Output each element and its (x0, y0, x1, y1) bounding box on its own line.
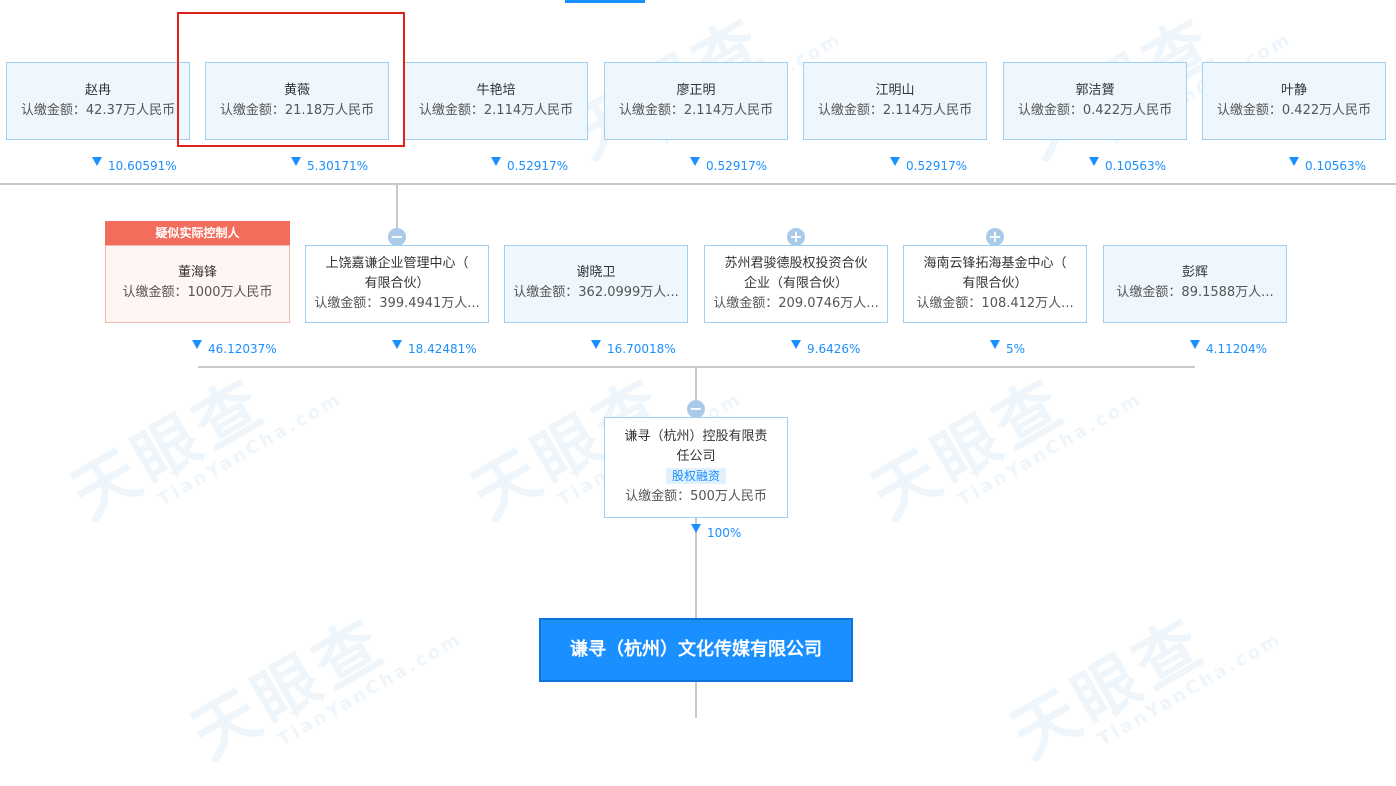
share-percent: 0.52917% (706, 159, 768, 173)
company-name-line[interactable]: 谦寻（杭州）控股有限责 (605, 427, 787, 447)
arrow-down-icon (990, 340, 1000, 349)
shareholder-node[interactable]: 郭洁贇 认缴金额：0.422万人民币 (1003, 62, 1187, 140)
shareholder-node[interactable]: 彭辉 认缴金额：89.1588万人... (1103, 245, 1287, 323)
company-name-line[interactable]: 任公司 (605, 447, 787, 467)
shareholder-node[interactable]: 董海锋 认缴金额：1000万人民币 (105, 245, 290, 323)
arrow-down-icon (392, 340, 402, 349)
shareholder-node[interactable]: 黄薇 认缴金额：21.18万人民币 (205, 62, 389, 140)
holding-company-node[interactable]: 谦寻（杭州）控股有限责 任公司 股权融资 认缴金额：500万人民币 (604, 417, 788, 518)
shareholder-name[interactable]: 黄薇 (206, 81, 388, 101)
shareholder-node[interactable]: 叶静 认缴金额：0.422万人民币 (1202, 62, 1386, 140)
shareholder-name[interactable]: 叶静 (1203, 81, 1385, 101)
subscribed-amount: 认缴金额：399.4941万人... (314, 296, 480, 311)
shareholder-name[interactable]: 廖正明 (605, 81, 787, 101)
shareholder-name[interactable]: 董海锋 (106, 263, 289, 283)
collapse-toggle-icon[interactable]: − (687, 400, 705, 418)
subscribed-amount: 认缴金额：2.114万人民币 (418, 103, 574, 118)
share-percent: 5% (1006, 342, 1026, 356)
equity-financing-tag[interactable]: 股权融资 (665, 468, 726, 484)
expand-toggle-icon[interactable]: + (787, 228, 805, 246)
equity-tree: 赵冉 认缴金额：42.37万人民币 黄薇 认缴金额：21.18万人民币 牛艳培 … (0, 0, 1396, 718)
shareholder-node[interactable]: 海南云锋拓海基金中心（ 有限合伙） 认缴金额：108.412万人... (903, 245, 1087, 323)
subscribed-amount: 认缴金额：2.114万人民币 (618, 103, 774, 118)
subscribed-amount: 认缴金额：500万人民币 (625, 489, 767, 504)
subscribed-amount: 认缴金额：89.1588万人... (1116, 285, 1274, 300)
connector-line (695, 518, 697, 618)
collapse-toggle-icon[interactable]: − (388, 228, 406, 246)
shareholder-name[interactable]: 彭辉 (1104, 263, 1286, 283)
shareholder-name-line[interactable]: 海南云锋拓海基金中心（ (904, 254, 1086, 274)
shareholder-node[interactable]: 牛艳培 认缴金额：2.114万人民币 (404, 62, 588, 140)
share-percent: 0.10563% (1105, 159, 1167, 173)
shareholder-node[interactable]: 江明山 认缴金额：2.114万人民币 (803, 62, 987, 140)
arrow-down-icon (1190, 340, 1200, 349)
shareholder-node[interactable]: 廖正明 认缴金额：2.114万人民币 (604, 62, 788, 140)
share-percent: 10.60591% (108, 159, 177, 173)
share-percent: 16.70018% (607, 342, 676, 356)
subscribed-amount: 认缴金额：108.412万人... (916, 296, 1074, 311)
share-percent: 18.42481% (408, 342, 477, 356)
share-percent: 100% (707, 526, 742, 540)
shareholder-name[interactable]: 牛艳培 (405, 81, 587, 101)
arrow-down-icon (890, 157, 900, 166)
shareholder-name-line[interactable]: 企业（有限合伙） (705, 274, 887, 294)
subscribed-amount: 认缴金额：2.114万人民币 (817, 103, 973, 118)
share-percent: 4.11204% (1206, 342, 1268, 356)
shareholder-node[interactable]: 谢晓卫 认缴金额：362.0999万人... (504, 245, 688, 323)
arrow-down-icon (491, 157, 501, 166)
share-percent: 0.52917% (906, 159, 968, 173)
subscribed-amount: 认缴金额：1000万人民币 (122, 285, 273, 300)
arrow-down-icon (690, 157, 700, 166)
subscribed-amount: 认缴金额：42.37万人民币 (20, 103, 176, 118)
shareholder-name-line[interactable]: 有限合伙） (904, 274, 1086, 294)
arrow-down-icon (291, 157, 301, 166)
share-percent: 5.30171% (307, 159, 369, 173)
actual-controller-badge: 疑似实际控制人 (105, 221, 290, 245)
shareholder-name-line[interactable]: 苏州君骏德股权投资合伙 (705, 254, 887, 274)
arrow-down-icon (1089, 157, 1099, 166)
shareholder-name[interactable]: 谢晓卫 (505, 263, 687, 283)
subscribed-amount: 认缴金额：21.18万人民币 (219, 103, 375, 118)
subscribed-amount: 认缴金额：0.422万人民币 (1017, 103, 1173, 118)
arrow-down-icon (192, 340, 202, 349)
shareholder-node[interactable]: 上饶嘉谦企业管理中心（ 有限合伙） 认缴金额：399.4941万人... (305, 245, 489, 323)
shareholder-name-line[interactable]: 有限合伙） (306, 274, 488, 294)
connector-line (0, 183, 1396, 185)
share-percent: 46.12037% (208, 342, 277, 356)
subscribed-amount: 认缴金额：0.422万人民币 (1216, 103, 1372, 118)
connector-line (695, 366, 697, 402)
active-tab-indicator (565, 0, 645, 3)
share-percent: 9.6426% (807, 342, 861, 356)
shareholder-node[interactable]: 赵冉 认缴金额：42.37万人民币 (6, 62, 190, 140)
expand-toggle-icon[interactable]: + (986, 228, 1004, 246)
shareholder-name[interactable]: 赵冉 (7, 81, 189, 101)
share-percent: 0.10563% (1305, 159, 1367, 173)
arrow-down-icon (1289, 157, 1299, 166)
connector-line (695, 682, 697, 718)
shareholder-node[interactable]: 苏州君骏德股权投资合伙 企业（有限合伙） 认缴金额：209.0746万人... (704, 245, 888, 323)
arrow-down-icon (791, 340, 801, 349)
subscribed-amount: 认缴金额：362.0999万人... (513, 285, 679, 300)
arrow-down-icon (92, 157, 102, 166)
arrow-down-icon (591, 340, 601, 349)
share-percent: 0.52917% (507, 159, 569, 173)
shareholder-name[interactable]: 郭洁贇 (1004, 81, 1186, 101)
connector-line (396, 184, 398, 230)
subscribed-amount: 认缴金额：209.0746万人... (713, 296, 879, 311)
shareholder-name[interactable]: 江明山 (804, 81, 986, 101)
arrow-down-icon (691, 524, 701, 533)
shareholder-name-line[interactable]: 上饶嘉谦企业管理中心（ (306, 254, 488, 274)
target-company-node[interactable]: 谦寻（杭州）文化传媒有限公司 (539, 618, 853, 682)
